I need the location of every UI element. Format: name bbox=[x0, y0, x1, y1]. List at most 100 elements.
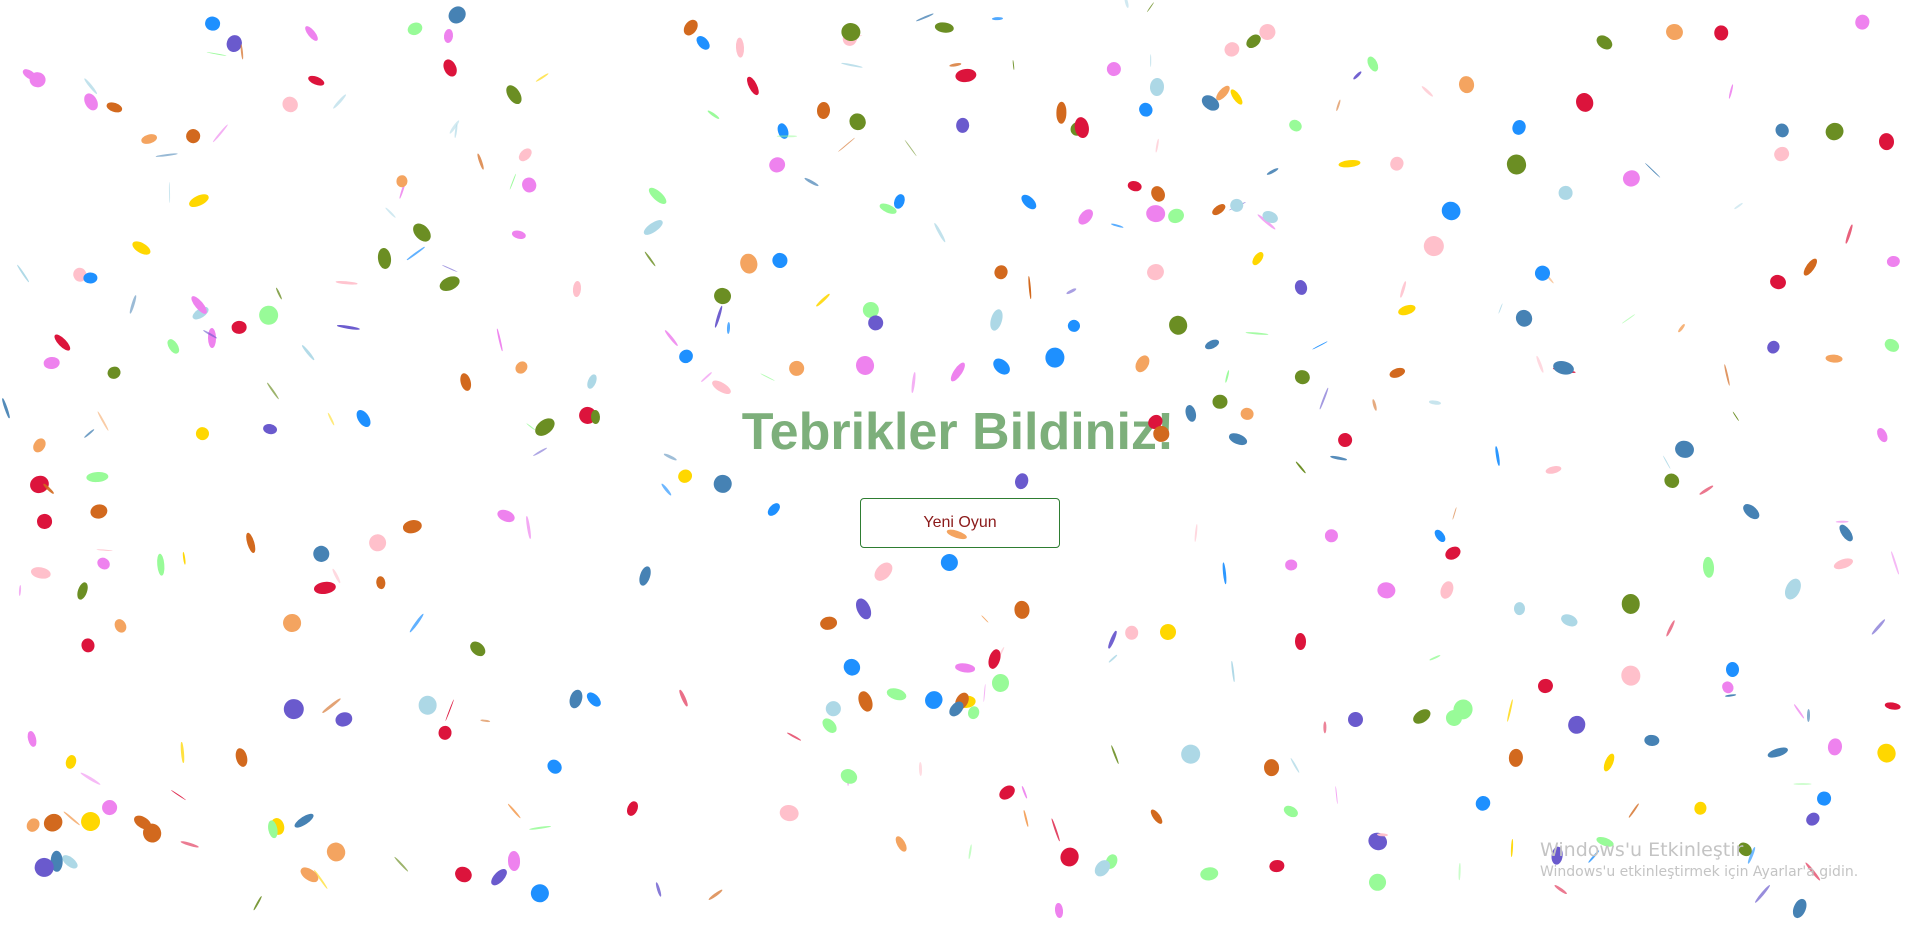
confetti-piece bbox=[1228, 201, 1247, 211]
confetti-piece bbox=[918, 761, 923, 776]
confetti-piece bbox=[803, 176, 820, 187]
confetti-piece bbox=[1132, 353, 1153, 375]
confetti-piece bbox=[1127, 179, 1143, 192]
confetti-piece bbox=[1338, 159, 1361, 169]
confetti-piece bbox=[534, 72, 549, 83]
confetti-piece bbox=[1601, 752, 1617, 774]
confetti-piece bbox=[1442, 543, 1463, 563]
confetti-piece bbox=[1228, 87, 1245, 106]
confetti-piece bbox=[1853, 13, 1871, 32]
confetti-piece bbox=[528, 825, 551, 831]
confetti-piece bbox=[1628, 802, 1640, 818]
confetti-piece bbox=[855, 689, 875, 714]
confetti-piece bbox=[335, 279, 358, 285]
confetti-piece bbox=[903, 139, 917, 157]
confetti-piece bbox=[1376, 580, 1397, 600]
confetti-piece bbox=[156, 553, 166, 576]
confetti-piece bbox=[822, 697, 844, 719]
confetti-piece bbox=[1287, 117, 1305, 134]
confetti-piece bbox=[28, 70, 47, 89]
confetti-piece bbox=[957, 694, 977, 709]
confetti-piece bbox=[1260, 209, 1280, 226]
confetti-piece bbox=[79, 771, 101, 787]
confetti-piece bbox=[1256, 213, 1277, 231]
confetti-piece bbox=[266, 381, 280, 400]
confetti-piece bbox=[1194, 523, 1199, 543]
confetti-piece bbox=[1352, 70, 1363, 80]
confetti-piece bbox=[1764, 338, 1782, 356]
confetti-piece bbox=[995, 646, 1006, 663]
confetti-piece bbox=[1245, 331, 1269, 336]
confetti-piece bbox=[946, 699, 966, 719]
confetti-piece bbox=[1224, 369, 1230, 383]
confetti-piece bbox=[384, 207, 396, 219]
confetti-piece bbox=[257, 304, 279, 326]
confetti-piece bbox=[1677, 323, 1686, 333]
confetti-piece bbox=[1135, 100, 1155, 119]
confetti-piece bbox=[336, 324, 360, 331]
confetti-piece bbox=[862, 301, 879, 318]
confetti-piece bbox=[660, 483, 673, 498]
confetti-piece bbox=[1022, 810, 1029, 828]
confetti-piece bbox=[1559, 612, 1580, 629]
confetti-piece bbox=[1870, 618, 1886, 635]
confetti-piece bbox=[268, 816, 286, 836]
confetti-piece bbox=[965, 705, 981, 721]
confetti-piece bbox=[1290, 757, 1301, 773]
confetti-piece bbox=[203, 15, 222, 32]
confetti-piece bbox=[1388, 366, 1407, 381]
confetti-piece bbox=[306, 73, 326, 88]
confetti-piece bbox=[759, 373, 775, 382]
confetti-piece bbox=[140, 821, 164, 845]
new-game-button[interactable]: Yeni Oyun bbox=[860, 498, 1060, 548]
confetti-piece bbox=[544, 756, 565, 777]
confetti-piece bbox=[846, 771, 849, 787]
confetti-piece bbox=[1143, 260, 1167, 283]
confetti-piece bbox=[846, 110, 870, 134]
confetti-piece bbox=[284, 699, 305, 720]
confetti-piece bbox=[27, 472, 52, 496]
confetti-piece bbox=[1551, 358, 1575, 377]
confetti-piece bbox=[208, 328, 217, 348]
confetti-piece bbox=[1294, 632, 1307, 650]
confetti-piece bbox=[401, 517, 423, 535]
confetti-piece bbox=[1535, 355, 1545, 374]
confetti-piece bbox=[1222, 562, 1228, 585]
confetti-piece bbox=[1782, 576, 1805, 602]
confetti-piece bbox=[707, 109, 721, 121]
confetti-piece bbox=[1013, 600, 1030, 620]
confetti-piece bbox=[1699, 484, 1714, 495]
confetti-piece bbox=[1091, 857, 1114, 880]
confetti-piece bbox=[775, 121, 791, 140]
congratulations-title: Tebrikler Bildiniz! bbox=[741, 403, 1175, 461]
confetti-piece bbox=[952, 690, 972, 712]
confetti-piece bbox=[1110, 222, 1124, 229]
confetti-piece bbox=[996, 782, 1018, 803]
confetti-piece bbox=[1429, 654, 1441, 662]
confetti-piece bbox=[1149, 77, 1165, 96]
confetti-piece bbox=[864, 311, 887, 333]
confetti-piece bbox=[1159, 622, 1178, 641]
confetti-piece bbox=[954, 67, 978, 83]
confetti-piece bbox=[1364, 829, 1390, 854]
confetti-piece bbox=[453, 124, 458, 139]
confetti-piece bbox=[982, 683, 986, 703]
confetti-piece bbox=[231, 321, 248, 335]
confetti-piece bbox=[1366, 870, 1390, 894]
confetti-piece bbox=[165, 337, 182, 356]
confetti-piece bbox=[713, 305, 724, 329]
confetti-piece bbox=[189, 293, 210, 316]
confetti-piece bbox=[368, 532, 388, 552]
confetti-piece bbox=[239, 43, 244, 60]
confetti-piece bbox=[1148, 184, 1168, 204]
confetti-piece bbox=[885, 686, 908, 703]
confetti-piece bbox=[409, 219, 434, 245]
confetti-piece bbox=[190, 304, 211, 322]
confetti-piece bbox=[1740, 500, 1763, 522]
confetti-piece bbox=[1021, 786, 1028, 799]
confetti-piece bbox=[1421, 84, 1435, 98]
confetti-piece bbox=[1714, 25, 1729, 41]
confetti-piece bbox=[313, 869, 328, 890]
confetti-piece bbox=[1124, 625, 1138, 641]
confetti-piece bbox=[224, 33, 245, 54]
